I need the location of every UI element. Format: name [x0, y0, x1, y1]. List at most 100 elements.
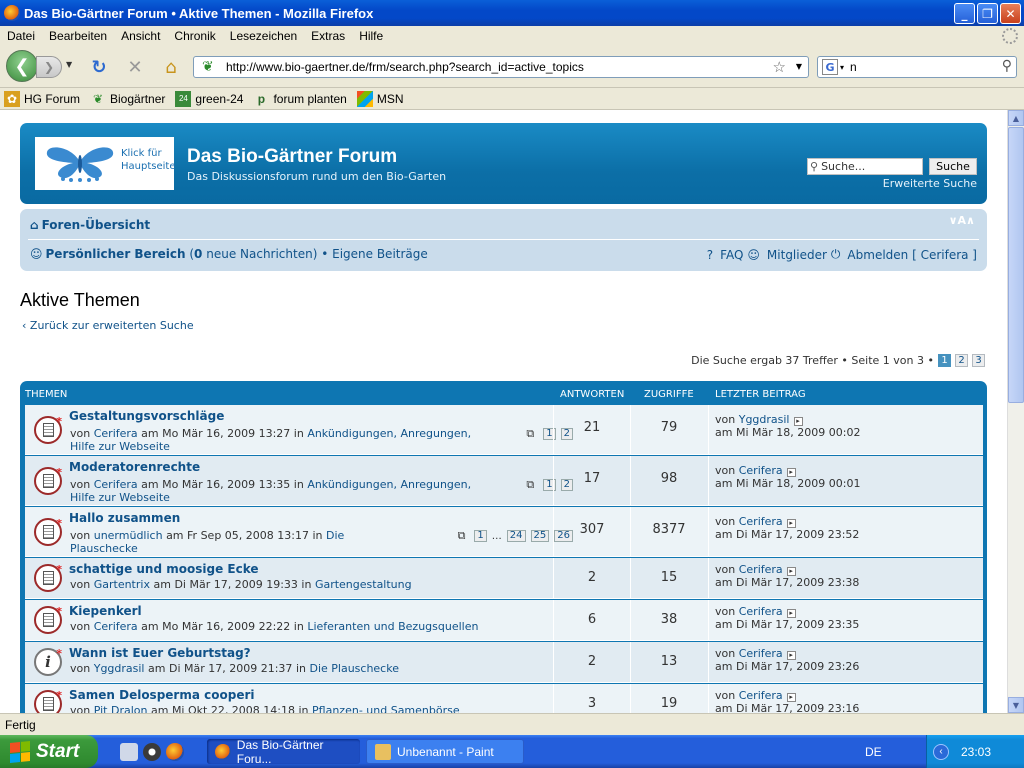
menu-lesezeichen[interactable]: Lesezeichen [223, 29, 304, 43]
board-index-link[interactable]: Foren-Übersicht [42, 218, 151, 232]
view-latest-post-icon[interactable]: ▸ [786, 609, 796, 618]
forum-search-button[interactable]: Suche [929, 158, 977, 175]
url-dropdown-icon[interactable]: ▼ [796, 62, 802, 71]
last-post-author-link[interactable]: Cerifera [739, 563, 783, 576]
minimize-button[interactable]: _ [954, 3, 975, 24]
site-logo[interactable]: Klick für Hauptseite [35, 137, 175, 190]
last-post-author-link[interactable]: Cerifera [739, 647, 783, 660]
topic-title-link[interactable]: Moderatorenrechte [69, 460, 200, 474]
topic-author-link[interactable]: Cerifera [94, 427, 138, 440]
media-player-quicklaunch-icon[interactable] [143, 743, 161, 761]
bookmark-star-icon[interactable]: ☆ [773, 58, 786, 76]
faq-link[interactable]: FAQ [720, 248, 743, 262]
task-firefox[interactable]: Das Bio-Gärtner Foru... [207, 738, 360, 766]
task-paint[interactable]: Unbenannt - Paint [366, 739, 524, 764]
topic-page-link[interactable]: 1 [474, 530, 487, 542]
restore-button[interactable]: ❐ [977, 3, 998, 24]
page-3[interactable]: 3 [972, 354, 985, 367]
topic-title-link[interactable]: Hallo zusammen [69, 511, 180, 525]
topic-forum-link[interactable]: Die [326, 529, 344, 542]
last-post-author-link[interactable]: Yggdrasil [739, 413, 790, 426]
close-button[interactable]: ✕ [1000, 3, 1021, 24]
own-posts-link[interactable]: Eigene Beiträge [332, 247, 428, 261]
chevron-left-icon[interactable]: ‹ [933, 743, 949, 760]
url-bar[interactable]: ❦ http://www.bio-gaertner.de/frm/search.… [193, 56, 809, 78]
topic-page-link[interactable]: 24 [506, 530, 526, 542]
menu-hilfe[interactable]: Hilfe [352, 29, 390, 43]
topic-author-link[interactable]: Cerifera [94, 620, 138, 633]
logout-link[interactable]: Abmelden [ Cerifera ] [847, 248, 977, 262]
menu-chronik[interactable]: Chronik [167, 29, 222, 43]
google-engine-icon[interactable]: G [822, 59, 838, 75]
language-indicator[interactable]: DE [865, 745, 882, 759]
start-button[interactable]: Start [0, 735, 98, 768]
site-title[interactable]: Das Bio-Gärtner Forum [187, 146, 397, 168]
topic-page-link[interactable]: 25 [530, 530, 550, 542]
topic-title-link[interactable]: Kiepenkerl [69, 604, 142, 618]
view-latest-post-icon[interactable]: ▸ [786, 468, 796, 477]
search-bar[interactable]: G ▾ n ⚲ [817, 56, 1017, 78]
view-latest-post-icon[interactable]: ▸ [786, 693, 796, 702]
last-post-author-link[interactable]: Cerifera [739, 605, 783, 618]
topic-forum-link[interactable]: Ankündigungen, Anregungen, [307, 427, 471, 440]
topic-forum-link[interactable]: Gartengestaltung [315, 578, 412, 591]
menu-bearbeiten[interactable]: Bearbeiten [42, 29, 114, 43]
members-link[interactable]: Mitglieder [767, 248, 827, 262]
topic-author-link[interactable]: Cerifera [94, 478, 138, 491]
bookmark-biogaertner[interactable]: ❦ Biogärtner [90, 91, 165, 107]
topic-title-link[interactable]: Samen Delosperma cooperi [69, 688, 255, 702]
topic-author-link[interactable]: Pit Dralon [94, 704, 148, 713]
bookmark-msn[interactable]: MSN [356, 90, 404, 107]
topic-forum-link[interactable]: Pflanzen- und Samenbörse [312, 704, 460, 713]
menu-extras[interactable]: Extras [304, 29, 352, 43]
firefox-quicklaunch-icon[interactable] [166, 743, 184, 761]
view-latest-post-icon[interactable]: ▸ [786, 519, 796, 528]
window-titlebar[interactable]: Das Bio-Gärtner Forum • Aktive Themen - … [0, 0, 1024, 26]
topic-forum-link-cont[interactable]: Hilfe zur Webseite [70, 491, 170, 504]
home-icon[interactable]: ⌂ [160, 56, 182, 78]
page-2[interactable]: 2 [955, 354, 968, 367]
pm-link[interactable]: neue Nachrichten [206, 247, 313, 261]
search-icon[interactable]: ⚲ [1002, 58, 1012, 74]
reload-icon[interactable]: ↻ [88, 56, 110, 78]
last-post-author-link[interactable]: Cerifera [739, 464, 783, 477]
back-to-search-link[interactable]: ‹ Zurück zur erweiterten Suche [22, 319, 194, 332]
topic-forum-link-cont[interactable]: Hilfe zur Webseite [70, 440, 170, 453]
forward-button[interactable]: ❯ [36, 56, 62, 78]
topic-forum-link[interactable]: Die Plauschecke [309, 662, 399, 675]
view-latest-post-icon[interactable]: ▸ [786, 567, 796, 576]
topic-title-link[interactable]: schattige und moosige Ecke [69, 562, 259, 576]
page-1[interactable]: 1 [938, 354, 951, 367]
last-post-author-link[interactable]: Cerifera [739, 515, 783, 528]
on-label: am [141, 478, 159, 491]
topic-forum-link[interactable]: Ankündigungen, Anregungen, [307, 478, 471, 491]
topic-forum-link-cont[interactable]: Plauschecke [70, 542, 138, 555]
menu-ansicht[interactable]: Ansicht [114, 29, 167, 43]
topic-author-link[interactable]: Yggdrasil [94, 662, 145, 675]
stop-icon[interactable]: ✕ [124, 56, 146, 78]
topic-title-link[interactable]: Gestaltungsvorschläge [69, 409, 224, 423]
scroll-up-arrow-icon[interactable]: ▲ [1008, 110, 1024, 126]
advanced-search-link[interactable]: Erweiterte Suche [883, 177, 977, 190]
back-button[interactable]: ❮ [6, 50, 38, 82]
engine-dropdown-icon[interactable]: ▾ [840, 63, 844, 72]
scroll-down-arrow-icon[interactable]: ▼ [1008, 697, 1024, 713]
bookmark-hg-forum[interactable]: ✿ HG Forum [4, 90, 80, 107]
forum-search-input[interactable]: ⚲ Suche... [807, 158, 923, 175]
scroll-thumb[interactable] [1008, 127, 1024, 403]
menu-datei[interactable]: Datei [0, 29, 42, 43]
last-post-author-link[interactable]: Cerifera [739, 689, 783, 702]
topic-author-link[interactable]: Gartentrix [94, 578, 150, 591]
topic-title-link[interactable]: Wann ist Euer Geburtstag? [69, 646, 251, 660]
topic-author-link[interactable]: unermüdlich [94, 529, 163, 542]
ucp-link[interactable]: Persönlicher Bereich [46, 247, 186, 261]
view-latest-post-icon[interactable]: ▸ [786, 651, 796, 660]
bookmark-forum-planten[interactable]: p forum planten [253, 91, 347, 107]
vertical-scrollbar[interactable]: ▲ ▼ [1007, 110, 1024, 713]
font-size-toggle[interactable]: ∨A∧ [949, 214, 975, 227]
bookmark-green-24[interactable]: 24 green-24 [175, 90, 243, 107]
history-dropdown-icon[interactable]: ▼ [66, 60, 72, 69]
desktop-quicklaunch-icon[interactable] [120, 743, 138, 761]
view-latest-post-icon[interactable]: ▸ [793, 417, 803, 426]
topic-forum-link[interactable]: Lieferanten und Bezugsquellen [307, 620, 478, 633]
